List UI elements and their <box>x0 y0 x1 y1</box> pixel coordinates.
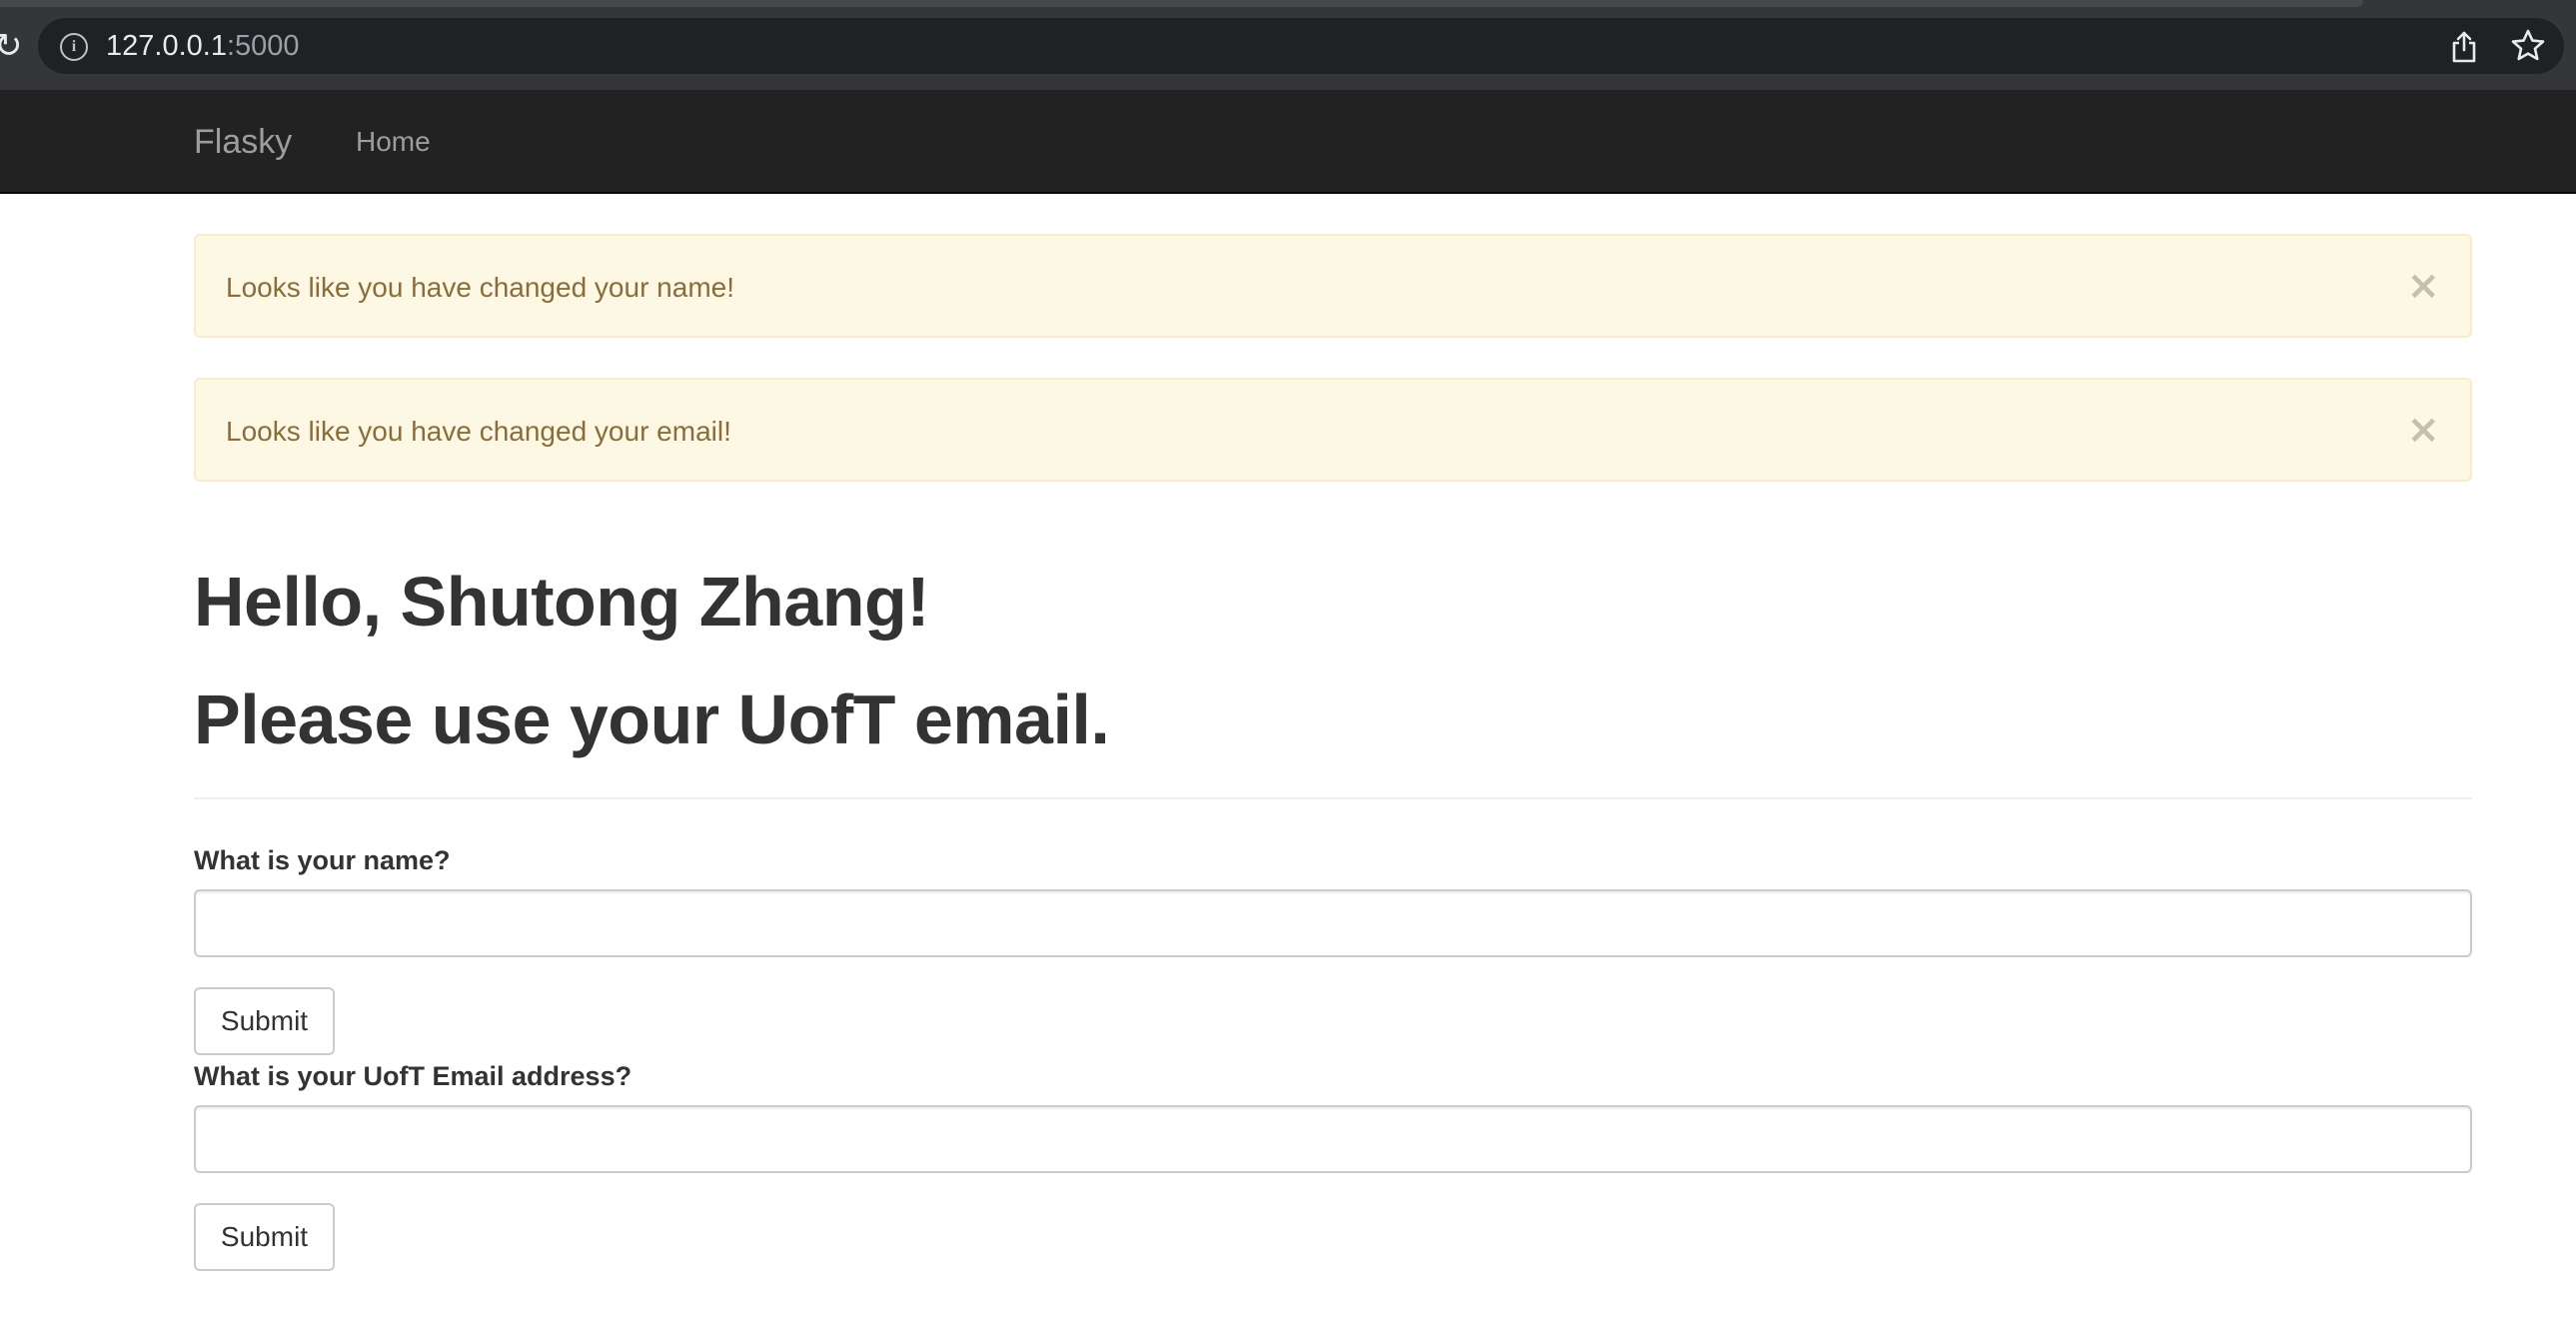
name-input[interactable] <box>194 889 2472 957</box>
email-field-label: What is your UofT Email address? <box>194 1061 633 1091</box>
divider <box>194 797 2472 799</box>
share-icon[interactable] <box>2448 30 2480 64</box>
url-text[interactable]: 127.0.0.1:5000 <box>106 28 300 64</box>
alert-message: Looks like you have changed your name! <box>226 272 734 303</box>
reload-icon[interactable]: ↻ <box>0 28 23 64</box>
tab-strip <box>0 0 2363 7</box>
close-icon[interactable]: × <box>2406 266 2440 306</box>
navbar: Flasky Home <box>0 90 2576 194</box>
nav-link-home[interactable]: Home <box>356 124 431 160</box>
browser-toolbar: ↻ i 127.0.0.1:5000 <box>0 0 2576 90</box>
greeting-heading: Hello, Shutong Zhang! <box>194 563 930 641</box>
info-icon[interactable]: i <box>60 33 88 61</box>
name-field-label: What is your name? <box>194 845 451 875</box>
alert-name-changed: Looks like you have changed your name! × <box>194 234 2472 338</box>
email-input[interactable] <box>194 1105 2472 1173</box>
name-submit-button[interactable]: Submit <box>194 987 335 1055</box>
url-host: 127.0.0.1 <box>106 30 227 62</box>
email-notice-heading: Please use your UofT email. <box>194 680 1110 758</box>
address-bar[interactable] <box>38 18 2564 74</box>
alert-message: Looks like you have changed your email! <box>226 416 731 447</box>
close-icon[interactable]: × <box>2406 410 2440 450</box>
star-icon[interactable] <box>2510 28 2546 64</box>
navbar-brand[interactable]: Flasky <box>194 120 292 164</box>
alert-email-changed: Looks like you have changed your email! … <box>194 378 2472 482</box>
url-port: :5000 <box>226 30 300 62</box>
email-submit-button[interactable]: Submit <box>194 1203 335 1271</box>
